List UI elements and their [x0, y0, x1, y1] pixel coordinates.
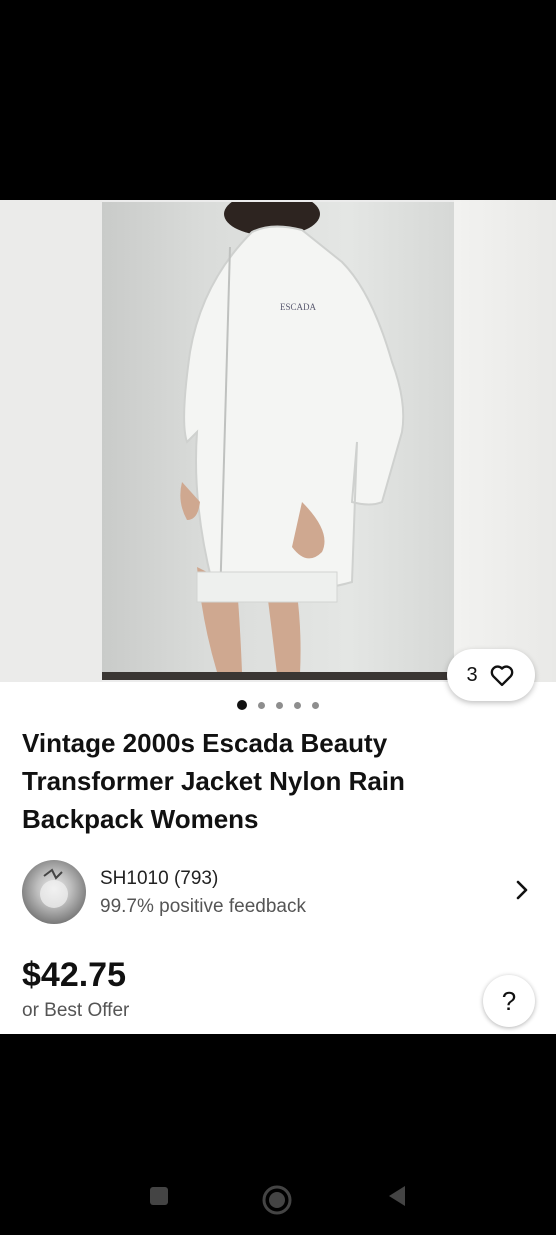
product-image[interactable]: ESCADA [102, 202, 454, 680]
watch-count: 3 [466, 663, 478, 686]
seller-row[interactable]: SH1010 (793) 99.7% positive feedback [22, 860, 542, 924]
carousel-dot [258, 701, 265, 709]
chevron-right-icon [516, 880, 528, 900]
back-triangle-icon[interactable] [385, 1184, 409, 1208]
carousel-indicator [0, 700, 556, 710]
jacket-photo: ESCADA [180, 202, 405, 674]
best-offer-text: or Best Offer [22, 1000, 130, 1021]
gallery-side-left [0, 200, 102, 682]
help-label: ? [501, 985, 517, 1016]
price: $42.75 [22, 956, 126, 994]
image-gallery[interactable]: ESCADA [0, 200, 556, 682]
carousel-dot-active [237, 700, 247, 710]
seller-feedback: 99.7% positive feedback [100, 896, 306, 917]
seller-name: SH1010 (793) [100, 868, 219, 889]
carousel-dot [276, 701, 283, 709]
photo-floor [102, 672, 454, 680]
home-circle-icon[interactable] [261, 1184, 293, 1216]
seller-avatar [22, 860, 86, 924]
top-blank-area [0, 0, 556, 200]
recents-square-icon[interactable] [147, 1184, 171, 1208]
listing-title: Vintage 2000s Escada Beauty Transformer … [22, 728, 405, 834]
heart-icon [490, 665, 513, 687]
gallery-side-right [454, 200, 556, 682]
watch-button[interactable]: 3 [447, 649, 535, 701]
carousel-dot [294, 701, 301, 709]
listing-card: ESCADA 3 Vintage 2000s Escada Beauty Tra… [0, 200, 556, 1034]
carousel-dot [312, 701, 319, 709]
jacket-logo: ESCADA [280, 302, 317, 312]
help-button[interactable]: ? [483, 975, 535, 1027]
